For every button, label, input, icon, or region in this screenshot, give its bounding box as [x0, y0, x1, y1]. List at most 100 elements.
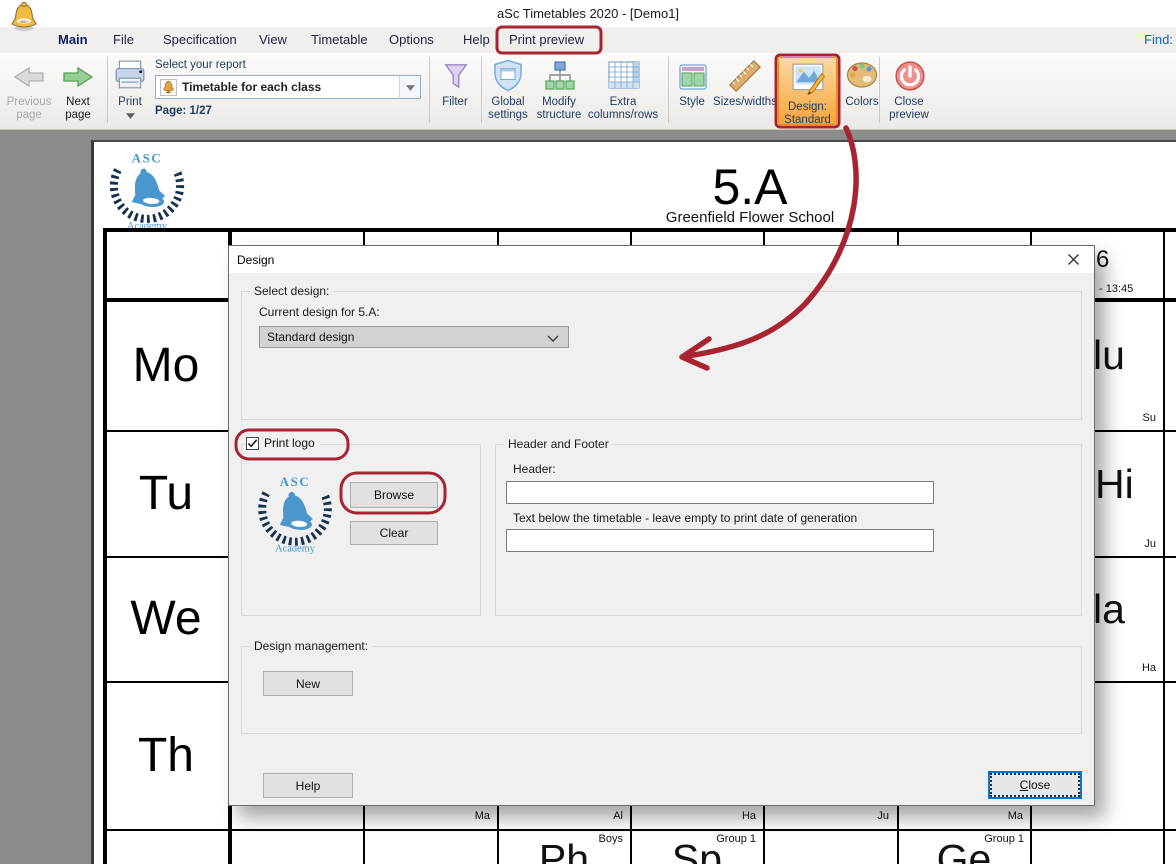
checkbox-box — [246, 436, 259, 450]
modify-structure-label: Modify — [542, 96, 576, 108]
find-label[interactable]: Find: — [1144, 32, 1173, 47]
teacher-initial: Ma — [1007, 810, 1023, 822]
teacher-initial: Ha — [1141, 662, 1156, 674]
clear-button[interactable]: Clear — [350, 521, 438, 545]
teacher-initial: Al — [613, 810, 623, 822]
design-dialog: Design Select design: Current design for… — [228, 245, 1095, 806]
app-window: aSc Timetables 2020 - [Demo1] -asc- Main… — [0, 0, 1176, 864]
svg-text:Academy: Academy — [275, 544, 316, 555]
subject-cell-text: Ph — [538, 836, 590, 864]
footer-label: Text below the timetable - leave empty t… — [513, 511, 858, 525]
ribbon-toolbar: Previous page Next page Print Select you… — [0, 53, 1176, 130]
arrow-right-icon — [63, 66, 94, 88]
design-combobox[interactable]: Standard design — [259, 326, 569, 348]
power-icon — [895, 61, 925, 91]
next-page-button[interactable]: Next page — [55, 55, 101, 127]
chevron-down-icon — [126, 113, 135, 119]
day-label-mo: Mo — [132, 339, 200, 392]
title-bar: aSc Timetables 2020 - [Demo1] — [0, 0, 1176, 27]
browse-button-label: Browse — [373, 488, 414, 502]
colors-label: Colors — [845, 96, 879, 108]
global-settings-button[interactable]: Global settings — [484, 55, 532, 127]
dialog-logo-preview: ASC Academy — [258, 475, 332, 555]
day-label-we: We — [130, 592, 202, 645]
select-design-group-label: Select design: — [250, 284, 334, 298]
svg-text:ASC: ASC — [132, 151, 163, 166]
modify-structure-label2: structure — [536, 109, 582, 121]
sizes-widths-button[interactable]: Sizes/widths — [712, 55, 778, 127]
svg-text:-asc-: -asc- — [19, 19, 30, 24]
colors-button[interactable]: Colors — [840, 55, 884, 127]
checkmark-icon — [247, 438, 258, 447]
report-caption: Select your report — [155, 59, 246, 71]
print-logo-checkbox[interactable]: Print logo — [245, 436, 320, 450]
menu-file[interactable]: File — [113, 32, 134, 47]
menu-timetable[interactable]: Timetable — [311, 32, 368, 47]
page-title: 5.A — [712, 159, 788, 215]
dialog-title: Design — [237, 253, 275, 267]
report-dropdown-button[interactable] — [399, 76, 420, 98]
filter-icon — [444, 64, 468, 89]
extra-columns-label: Extra — [609, 96, 637, 108]
printer-icon — [115, 60, 145, 89]
modify-structure-button[interactable]: Modify structure — [531, 55, 587, 127]
filter-button[interactable]: Filter — [434, 55, 476, 127]
footer-input[interactable] — [506, 529, 934, 552]
teacher-initial: Ma — [474, 810, 490, 822]
style-button[interactable]: Style — [672, 55, 712, 127]
design-combobox-value: Standard design — [267, 330, 355, 344]
subject-cell-text: Ge — [936, 836, 992, 864]
report-combobox[interactable]: Timetable for each class — [155, 75, 421, 99]
menu-specification[interactable]: Specification — [163, 32, 237, 47]
menu-main[interactable]: Main — [58, 32, 88, 47]
ribbon-separator — [481, 57, 482, 123]
arrow-left-icon — [13, 66, 44, 88]
grid-icon — [608, 61, 640, 89]
design-management-group-label: Design management: — [250, 639, 373, 653]
previous-page-button[interactable]: Previous page — [2, 55, 56, 127]
grid-line — [103, 228, 1176, 232]
teacher-initial: Su — [1142, 412, 1156, 424]
help-button-label: Help — [295, 778, 321, 793]
new-button[interactable]: New — [263, 671, 353, 696]
print-button[interactable]: Print — [110, 55, 150, 127]
grid-line — [1163, 228, 1165, 864]
day-label-tu: Tu — [138, 467, 194, 520]
teacher-initial: Ha — [741, 810, 756, 822]
dialog-title-bar: Design — [229, 246, 1094, 273]
extra-columns-label2: columns/rows — [587, 109, 659, 121]
help-button[interactable]: Help — [263, 773, 353, 798]
global-settings-label2: settings — [488, 109, 528, 121]
browse-button[interactable]: Browse — [350, 482, 438, 508]
subject-cell-text: lu — [1093, 332, 1125, 378]
design-image-pencil-icon — [792, 63, 826, 95]
next-page-label2: page — [65, 109, 91, 121]
design-label: Design: — [788, 101, 827, 113]
design-label2: Standard — [784, 114, 831, 126]
school-logo: ASC Academy — [109, 151, 185, 232]
clear-button-label: Clear — [379, 526, 409, 540]
menu-print-preview[interactable]: Print preview — [509, 32, 584, 47]
design-standard-button[interactable]: Design: Standard — [778, 57, 837, 126]
dialog-close-x-button[interactable] — [1058, 249, 1088, 270]
header-input[interactable] — [506, 481, 934, 504]
menu-help[interactable]: Help — [463, 32, 490, 47]
sizes-widths-label: Sizes/widths — [713, 96, 777, 108]
print-label: Print — [118, 96, 142, 108]
subject-cell-text: Sp — [671, 836, 723, 864]
teacher-initial: Ju — [877, 810, 889, 822]
previous-page-label: Previous — [6, 96, 52, 108]
extra-columns-rows-button[interactable]: Extra columns/rows — [586, 55, 660, 127]
menu-view[interactable]: View — [259, 32, 287, 47]
chevron-down-icon — [406, 85, 415, 91]
previous-page-label2: page — [16, 109, 42, 121]
subject-cell-text: la — [1093, 586, 1125, 632]
ribbon-separator — [668, 57, 669, 123]
close-button-label: lose — [1028, 778, 1051, 792]
close-preview-button[interactable]: Close preview — [884, 55, 934, 127]
close-button[interactable]: Close — [988, 771, 1082, 799]
filter-label: Filter — [442, 96, 468, 108]
school-name: Greenfield Flower School — [665, 209, 835, 226]
menu-options[interactable]: Options — [389, 32, 434, 47]
print-logo-label: Print logo — [264, 436, 315, 450]
